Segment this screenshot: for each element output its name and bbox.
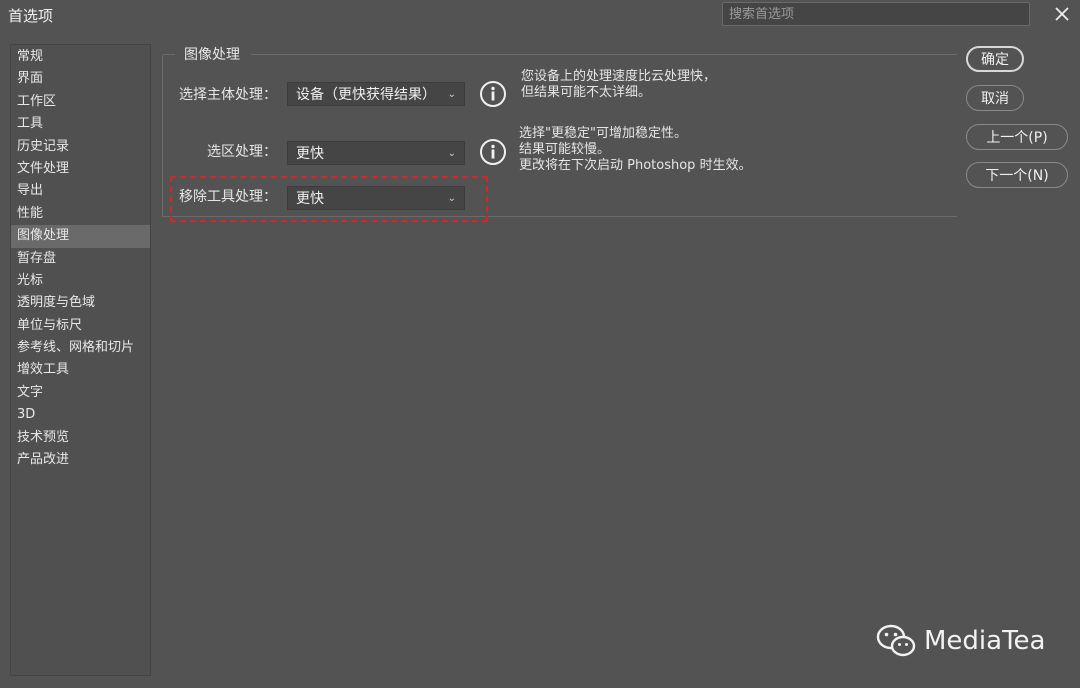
remove-tool-processing-value: 更快 — [296, 191, 324, 207]
sidebar-item-3d[interactable]: 3D — [11, 404, 150, 426]
sidebar-item-type[interactable]: 文字 — [11, 382, 150, 404]
sidebar-item-interface[interactable]: 界面 — [11, 68, 150, 90]
note-line: 结果可能较慢。 — [519, 142, 611, 157]
watermark: MediaTea — [876, 624, 1045, 658]
search-input[interactable] — [722, 2, 1030, 26]
note-line: 选择"更稳定"可增加稳定性。 — [519, 126, 687, 141]
note-line: 您设备上的处理速度比云处理快， — [521, 69, 717, 84]
sidebar-item-plugins[interactable]: 增效工具 — [11, 359, 150, 381]
sidebar-item-cursors[interactable]: 光标 — [11, 270, 150, 292]
sidebar-item-units-rulers[interactable]: 单位与标尺 — [11, 315, 150, 337]
chevron-down-icon: ⌄ — [447, 147, 456, 159]
sidebar-item-general[interactable]: 常规 — [11, 46, 150, 68]
sidebar-item-image-processing[interactable]: 图像处理 — [11, 225, 150, 248]
sidebar-item-transparency[interactable]: 透明度与色域 — [11, 292, 150, 314]
close-button[interactable] — [1048, 2, 1076, 26]
subject-processing-label: 选择主体处理： — [179, 87, 277, 103]
sidebar-item-tech-previews[interactable]: 技术预览 — [11, 427, 150, 449]
close-icon — [1055, 7, 1069, 21]
sidebar-item-product-improvement[interactable]: 产品改进 — [11, 449, 150, 471]
sidebar-item-workspace[interactable]: 工作区 — [11, 91, 150, 113]
subject-processing-value: 设备（更快获得结果） — [296, 87, 436, 103]
cancel-button[interactable]: 取消 — [966, 85, 1024, 111]
watermark-text: MediaTea — [924, 626, 1046, 656]
selection-processing-label: 选区处理： — [207, 144, 277, 160]
sidebar-list: 常规 界面 工作区 工具 历史记录 文件处理 导出 性能 图像处理 暂存盘 光标… — [11, 45, 150, 471]
sidebar: 常规 界面 工作区 工具 历史记录 文件处理 导出 性能 图像处理 暂存盘 光标… — [10, 44, 151, 676]
subject-processing-note: 您设备上的处理速度比云处理快， 但结果可能不太详细。 — [521, 69, 716, 101]
sidebar-item-tools[interactable]: 工具 — [11, 113, 150, 135]
info-icon — [480, 139, 506, 165]
remove-tool-processing-select[interactable]: 更快 ⌄ — [287, 186, 465, 210]
selection-processing-note: 选择"更稳定"可增加稳定性。 结果可能较慢。 更改将在下次启动 Photosho… — [519, 126, 752, 174]
window-title: 首选项 — [8, 7, 54, 25]
note-line: 但结果可能不太详细。 — [521, 85, 652, 100]
prev-button[interactable]: 上一个(P) — [966, 124, 1068, 150]
sidebar-item-guides-grid[interactable]: 参考线、网格和切片 — [11, 337, 150, 359]
info-icon — [480, 81, 506, 107]
sidebar-item-scratch-disks[interactable]: 暂存盘 — [11, 248, 150, 270]
remove-tool-processing-label: 移除工具处理： — [179, 189, 277, 205]
chevron-down-icon: ⌄ — [447, 88, 456, 100]
selection-processing-value: 更快 — [296, 146, 324, 162]
ok-button[interactable]: 确定 — [966, 46, 1024, 72]
sidebar-item-performance[interactable]: 性能 — [11, 203, 150, 225]
sidebar-item-history[interactable]: 历史记录 — [11, 136, 150, 158]
group-title: 图像处理 — [184, 47, 240, 63]
title-bar: 首选项 — [0, 0, 1080, 30]
sidebar-item-export[interactable]: 导出 — [11, 180, 150, 202]
chevron-down-icon: ⌄ — [447, 192, 456, 204]
sidebar-item-file-handling[interactable]: 文件处理 — [11, 158, 150, 180]
note-line: 更改将在下次启动 Photoshop 时生效。 — [519, 158, 752, 173]
next-button[interactable]: 下一个(N) — [966, 162, 1068, 188]
wechat-icon — [876, 624, 916, 657]
subject-processing-select[interactable]: 设备（更快获得结果） ⌄ — [287, 82, 465, 106]
selection-processing-select[interactable]: 更快 ⌄ — [287, 141, 465, 165]
